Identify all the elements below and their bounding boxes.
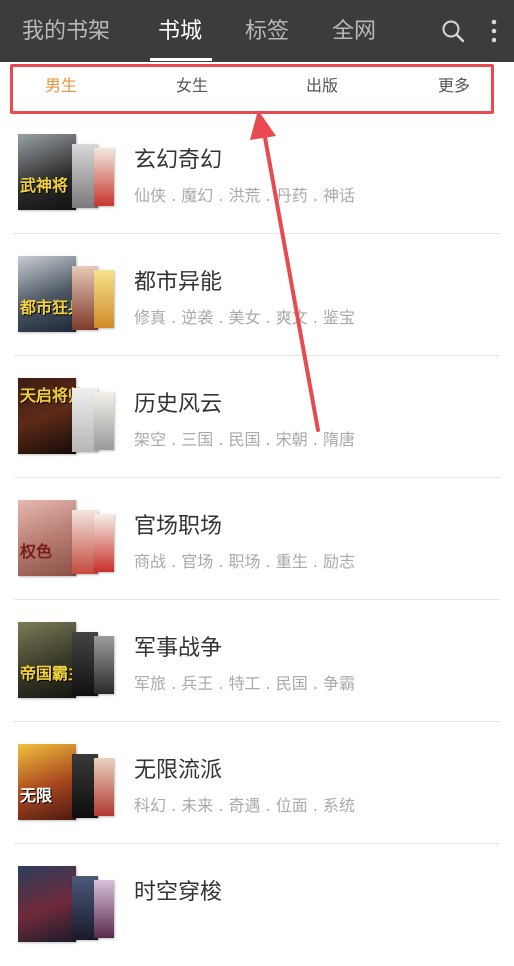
category-tags: 仙侠 . 魔幻 . 洪荒 . 丹药 . 神话 [134,186,356,205]
book-cover [94,636,114,694]
book-cover [94,514,114,572]
category-row-military[interactable]: 帝国霸主 军事战争 军旅 . 兵王 . 特工 . 民国 . 争霸 [0,600,514,722]
subtab-publishing[interactable]: 出版 [306,74,338,98]
category-tags: 修真 . 逆袭 . 美女 . 爽文 . 鉴宝 [134,308,356,327]
book-cover: 权色 [18,500,76,576]
book-cover [94,758,114,816]
tab-web[interactable]: 全网 [332,14,376,50]
subtab-male[interactable]: 男生 [45,74,77,98]
book-cover: 帝国霸主 [18,622,84,698]
tab-bookshelf[interactable]: 我的书架 [22,14,110,50]
category-tags: 军旅 . 兵王 . 特工 . 民国 . 争霸 [134,674,356,693]
top-app-bar: 我的书架 书城 标签 全网 [0,0,514,62]
category-filter-bar: 男生 女生 出版 更多 [0,62,514,112]
category-row-history[interactable]: 天启将帅 历史风云 架空 . 三国 . 民国 . 宋朝 . 隋唐 [0,356,514,478]
book-cover [94,148,114,206]
book-cover: 无限 [18,744,76,820]
category-title: 官场职场 [134,514,223,539]
cover-title: 武神将 [20,176,69,195]
category-title: 玄幻奇幻 [134,148,223,173]
book-cover-stack: 武神将 [18,134,114,210]
book-cover-stack: 都市狂兵 [18,256,114,332]
book-cover: 武神将 [18,134,76,210]
category-row-urban[interactable]: 都市狂兵 都市异能 修真 . 逆袭 . 美女 . 爽文 . 鉴宝 [0,234,514,356]
category-tags: 商战 . 官场 . 职场 . 重生 . 励志 [134,552,356,571]
book-cover: 都市狂兵 [18,256,84,332]
subtab-more[interactable]: 更多 [438,74,470,98]
book-cover: 天启将帅 [18,378,84,454]
book-cover-stack: 权色 [18,500,114,576]
book-cover [18,866,76,942]
book-cover-stack: 天启将帅 [18,378,114,454]
category-row-officialdom[interactable]: 权色 官场职场 商战 . 官场 . 职场 . 重生 . 励志 [0,478,514,600]
book-cover [94,392,114,450]
category-title: 军事战争 [134,636,223,661]
tab-tags[interactable]: 标签 [245,14,289,50]
category-row-infinite[interactable]: 无限 无限流派 科幻 . 未来 . 奇遇 . 位面 . 系统 [0,722,514,844]
category-row-xuanhuan[interactable]: 武神将 玄幻奇幻 仙侠 . 魔幻 . 洪荒 . 丹药 . 神话 [0,112,514,234]
category-title: 时空穿梭 [134,880,223,905]
more-vertical-icon[interactable] [484,17,504,45]
subtab-female[interactable]: 女生 [176,74,208,98]
category-title: 历史风云 [134,392,223,417]
cover-title: 权色 [20,542,53,561]
book-cover-stack: 帝国霸主 [18,622,114,698]
book-cover-stack [18,866,114,942]
category-row-timetravel[interactable]: 时空穿梭 [0,844,514,966]
book-cover [94,880,114,938]
category-tags: 科幻 . 未来 . 奇遇 . 位面 . 系统 [134,796,356,815]
category-tags: 架空 . 三国 . 民国 . 宋朝 . 隋唐 [134,430,356,449]
active-tab-indicator [150,58,212,61]
category-title: 无限流派 [134,758,223,783]
cover-title: 无限 [20,786,53,805]
book-cover [94,270,114,328]
book-cover-stack: 无限 [18,744,114,820]
search-icon[interactable] [441,19,465,43]
category-title: 都市异能 [134,270,223,295]
tab-bookstore[interactable]: 书城 [158,14,202,50]
